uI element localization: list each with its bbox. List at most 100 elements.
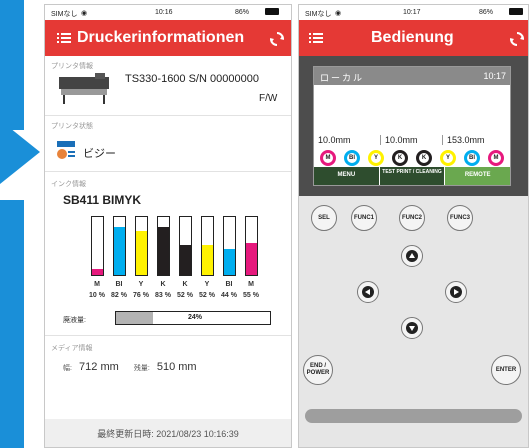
ink-color-label: M <box>248 281 254 288</box>
ink-percent: 52 % <box>199 292 215 299</box>
ink-level-fill <box>180 244 191 275</box>
ink-level-fill <box>224 249 235 275</box>
app-header: Drucker­informationen <box>45 20 291 56</box>
softkey-remote[interactable]: REMOTE <box>444 167 511 185</box>
battery-icon <box>265 8 279 15</box>
status-bar: SIMなし ◉ 10:17 86% <box>299 5 528 20</box>
ink-color-label: Y <box>138 281 144 288</box>
lcd-values: 10.0mm 10.0mm 153.0mm <box>314 133 510 149</box>
media-remain-label: 残量: <box>133 365 150 372</box>
ink-info-label: インク情報 <box>51 181 86 188</box>
lcd-value-3: 153.0mm <box>442 135 485 145</box>
lcd-ink-indicator: Bl <box>464 150 480 166</box>
remote-operation-screen: SIMなし ◉ 10:17 86% Bedienung ローカル 10:17 1… <box>298 4 529 448</box>
ink-level-bar <box>135 216 148 276</box>
wifi-icon: ◉ <box>81 10 88 17</box>
printer-state-label: プリンタ状態 <box>51 123 93 130</box>
sel-button[interactable]: SEL <box>311 205 337 231</box>
media-width-unit: mm <box>100 361 119 373</box>
ink-level-bar <box>223 216 236 276</box>
ink-level-fill <box>136 230 147 275</box>
printer-state-value: ビジー <box>83 148 116 160</box>
lcd-screen: ローカル 10:17 10.0mm 10.0mm 153.0mm M Bl Y K K Y… <box>313 66 511 186</box>
lcd-softkeys: MENU TEST PRINT / CLEANING REMOTE <box>314 167 511 185</box>
media-remain-value: 510 <box>156 361 176 373</box>
scrollbar[interactable] <box>305 409 522 423</box>
arrow-left-icon <box>362 286 374 298</box>
media-width-label: 幅: <box>63 365 72 372</box>
ink-color-label: BI <box>115 281 123 288</box>
ink-percent: 10 % <box>89 292 105 299</box>
printer-busy-icon <box>57 141 75 159</box>
ink-color-label: Y <box>204 281 210 288</box>
waste-ink-label: 廃液量: <box>63 317 86 324</box>
lcd-value-2: 10.0mm <box>380 135 418 145</box>
ink-level-bar <box>157 216 170 276</box>
clock: 10:16 <box>155 9 173 16</box>
softkey-menu[interactable]: MENU <box>314 167 379 185</box>
status-bar: SIMなし ◉ 10:16 86% <box>45 5 291 20</box>
media-info-values: 幅: 712 mm 残量: 510 mm <box>63 361 197 373</box>
firmware-label: F/W <box>259 93 278 104</box>
waste-ink-bar: 24% <box>115 311 271 325</box>
printer-info-label: プリンタ情報 <box>51 63 93 70</box>
waste-ink-percent: 24% <box>188 314 203 321</box>
media-width-value: 712 <box>79 361 98 373</box>
app-header: Bedienung <box>299 20 528 56</box>
lcd-ink-indicator: K <box>416 150 432 166</box>
left-button[interactable] <box>357 281 379 303</box>
ink-color-label: BI <box>225 281 233 288</box>
ink-percent: 82 % <box>111 292 127 299</box>
lcd-ink-indicator: Y <box>368 150 384 166</box>
refresh-icon[interactable] <box>509 31 525 47</box>
refresh-icon[interactable] <box>269 31 285 47</box>
page-title: Bedienung <box>371 29 454 46</box>
lcd-panel: ローカル 10:17 10.0mm 10.0mm 153.0mm M Bl Y K K Y… <box>299 56 528 196</box>
battery-percent: 86% <box>479 9 494 16</box>
media-info-label: メディア情報 <box>51 345 93 352</box>
lcd-ink-indicator: Y <box>440 150 456 166</box>
func1-button[interactable]: FUNC1 <box>351 205 377 231</box>
ink-color-label: K <box>160 281 166 288</box>
media-remain-unit: mm <box>178 361 197 373</box>
printer-image <box>59 73 109 104</box>
lcd-title-bar: ローカル 10:17 <box>314 67 510 85</box>
func2-button[interactable]: FUNC2 <box>399 205 425 231</box>
softkey-test-print[interactable]: TEST PRINT / CLEANING <box>378 167 445 185</box>
ink-level-bar <box>179 216 192 276</box>
battery-icon <box>509 8 523 15</box>
up-button[interactable] <box>401 245 423 267</box>
carrier-label: SIMなし <box>305 11 332 18</box>
ink-level-fill <box>158 226 169 275</box>
menu-icon[interactable] <box>57 31 71 45</box>
page-title: Drucker­informationen <box>77 29 245 46</box>
waste-ink-fill <box>116 312 153 324</box>
lcd-ink-indicator: M <box>320 150 336 166</box>
right-button[interactable] <box>445 281 467 303</box>
flow-arrow-icon <box>0 0 40 448</box>
arrow-right-icon <box>450 286 462 298</box>
battery-percent: 86% <box>235 9 250 16</box>
ink-level-bar <box>245 216 258 276</box>
ink-color-label: K <box>182 281 188 288</box>
ink-level-bar <box>91 216 104 276</box>
ink-level-bar <box>201 216 214 276</box>
ink-percent: 76 % <box>133 292 149 299</box>
lcd-value-1: 10.0mm <box>318 135 351 145</box>
func3-button[interactable]: FUNC3 <box>447 205 473 231</box>
ink-color-label: M <box>94 281 100 288</box>
ink-level-fill <box>202 244 213 275</box>
lcd-ink-indicator: K <box>392 150 408 166</box>
menu-icon[interactable] <box>309 31 323 45</box>
ink-percent: 52 % <box>177 292 193 299</box>
last-updated: 最終更新日時: 2021/08/23 10:16:39 <box>45 419 291 447</box>
enter-button[interactable]: ENTER <box>491 355 521 385</box>
down-button[interactable] <box>401 317 423 339</box>
clock: 10:17 <box>403 9 421 16</box>
ink-percent: 83 % <box>155 292 171 299</box>
ink-level-fill <box>114 227 125 275</box>
printer-model: TS330-1600 S/N 00000000 <box>125 73 259 85</box>
end-power-button[interactable]: END / POWER <box>303 355 333 385</box>
carrier-label: SIMなし <box>51 11 78 18</box>
ink-level-fill <box>246 243 257 275</box>
